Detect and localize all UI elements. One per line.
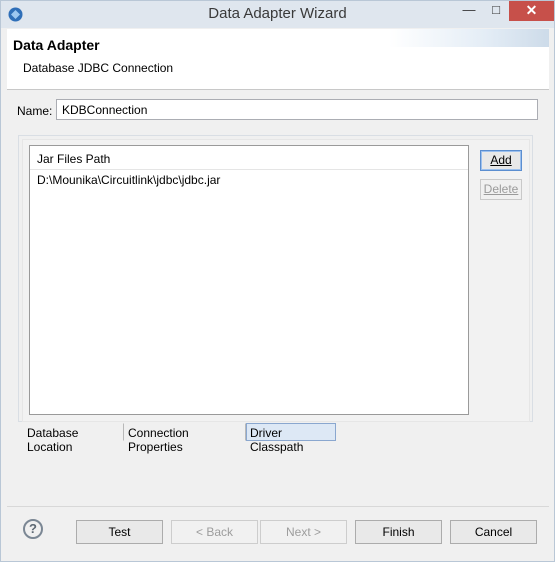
table-row[interactable]: D:\Mounika\Circuitlink\jdbc\jdbc.jar (30, 172, 468, 190)
tab-driver-classpath[interactable]: Driver Classpath (246, 423, 336, 454)
back-button[interactable]: < Back (171, 520, 258, 544)
jar-path-cell: D:\Mounika\Circuitlink\jdbc\jdbc.jar (37, 173, 221, 187)
page-subtitle: Database JDBC Connection (23, 61, 174, 75)
cancel-button[interactable]: Cancel (450, 520, 537, 544)
maximize-button[interactable]: □ (483, 1, 509, 21)
title-bar[interactable]: Data Adapter Wizard — □ ✕ (1, 1, 554, 28)
delete-button[interactable]: Delete (480, 179, 522, 200)
delete-button-label: Delete (483, 182, 519, 196)
test-button[interactable]: Test (76, 520, 163, 544)
close-button[interactable]: ✕ (509, 1, 554, 21)
add-button[interactable]: Add (480, 150, 522, 171)
table-column-header[interactable]: Jar Files Path (30, 146, 468, 170)
tab-database-location[interactable]: Database Location (23, 423, 124, 454)
footer-divider (7, 506, 549, 507)
column-header-label: Jar Files Path (37, 152, 111, 166)
wizard-header: Data Adapter Database JDBC Connection (7, 29, 549, 90)
tab-connection-properties[interactable]: Connection Properties (124, 423, 246, 454)
next-button[interactable]: Next > (260, 520, 347, 544)
name-label: Name: (17, 104, 53, 118)
header-banner-graphic (389, 29, 549, 47)
page-title: Data Adapter (13, 37, 100, 53)
minimize-button[interactable]: — (455, 1, 483, 21)
help-icon[interactable]: ? (23, 519, 43, 539)
name-input[interactable] (56, 99, 538, 120)
data-adapter-wizard-window: Data Adapter Wizard — □ ✕ Data Adapter D… (0, 0, 555, 562)
jar-files-table[interactable]: Jar Files Path D:\Mounika\Circuitlink\jd… (29, 145, 469, 415)
add-button-label: Add (490, 153, 512, 167)
finish-button[interactable]: Finish (355, 520, 442, 544)
